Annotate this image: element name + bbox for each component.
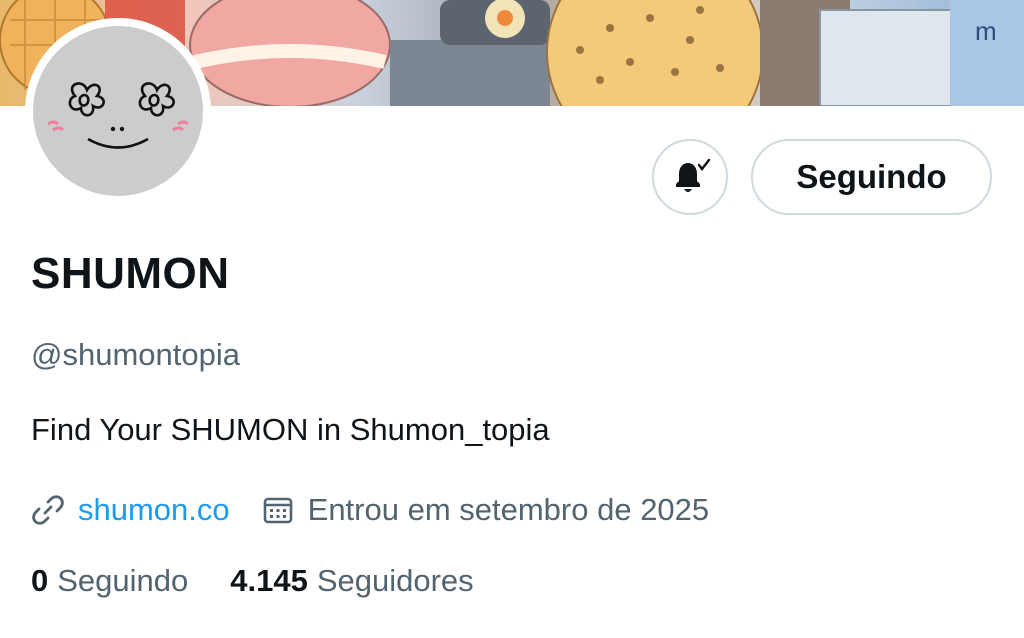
profile-avatar[interactable] bbox=[25, 18, 211, 204]
following-stat[interactable]: 0 Seguindo bbox=[31, 563, 188, 599]
notifications-button[interactable] bbox=[652, 139, 728, 215]
following-count: 0 bbox=[31, 563, 49, 598]
following-button[interactable]: Seguindo bbox=[751, 139, 992, 215]
website-link[interactable]: shumon.co bbox=[78, 492, 230, 528]
link-icon bbox=[31, 493, 65, 527]
profile-bio: Find Your SHUMON in Shumon_topia bbox=[31, 412, 550, 447]
display-name: SHUMON bbox=[31, 249, 230, 298]
bell-check-icon bbox=[668, 157, 712, 197]
followers-stat[interactable]: 4.145 Seguidores bbox=[230, 563, 473, 599]
followers-count: 4.145 bbox=[230, 563, 308, 598]
calendar-icon bbox=[262, 494, 294, 526]
join-date: Entrou em setembro de 2025 bbox=[307, 492, 710, 527]
follow-stats: 0 Seguindo 4.145 Seguidores bbox=[31, 563, 474, 599]
following-label: Seguindo bbox=[57, 563, 189, 598]
followers-label: Seguidores bbox=[316, 563, 474, 598]
avatar-face bbox=[33, 26, 203, 196]
profile-meta: shumon.co Entrou em setembro de 2025 bbox=[31, 488, 709, 532]
username-handle: @shumontopia bbox=[31, 337, 240, 372]
svg-text:m: m bbox=[975, 16, 997, 46]
